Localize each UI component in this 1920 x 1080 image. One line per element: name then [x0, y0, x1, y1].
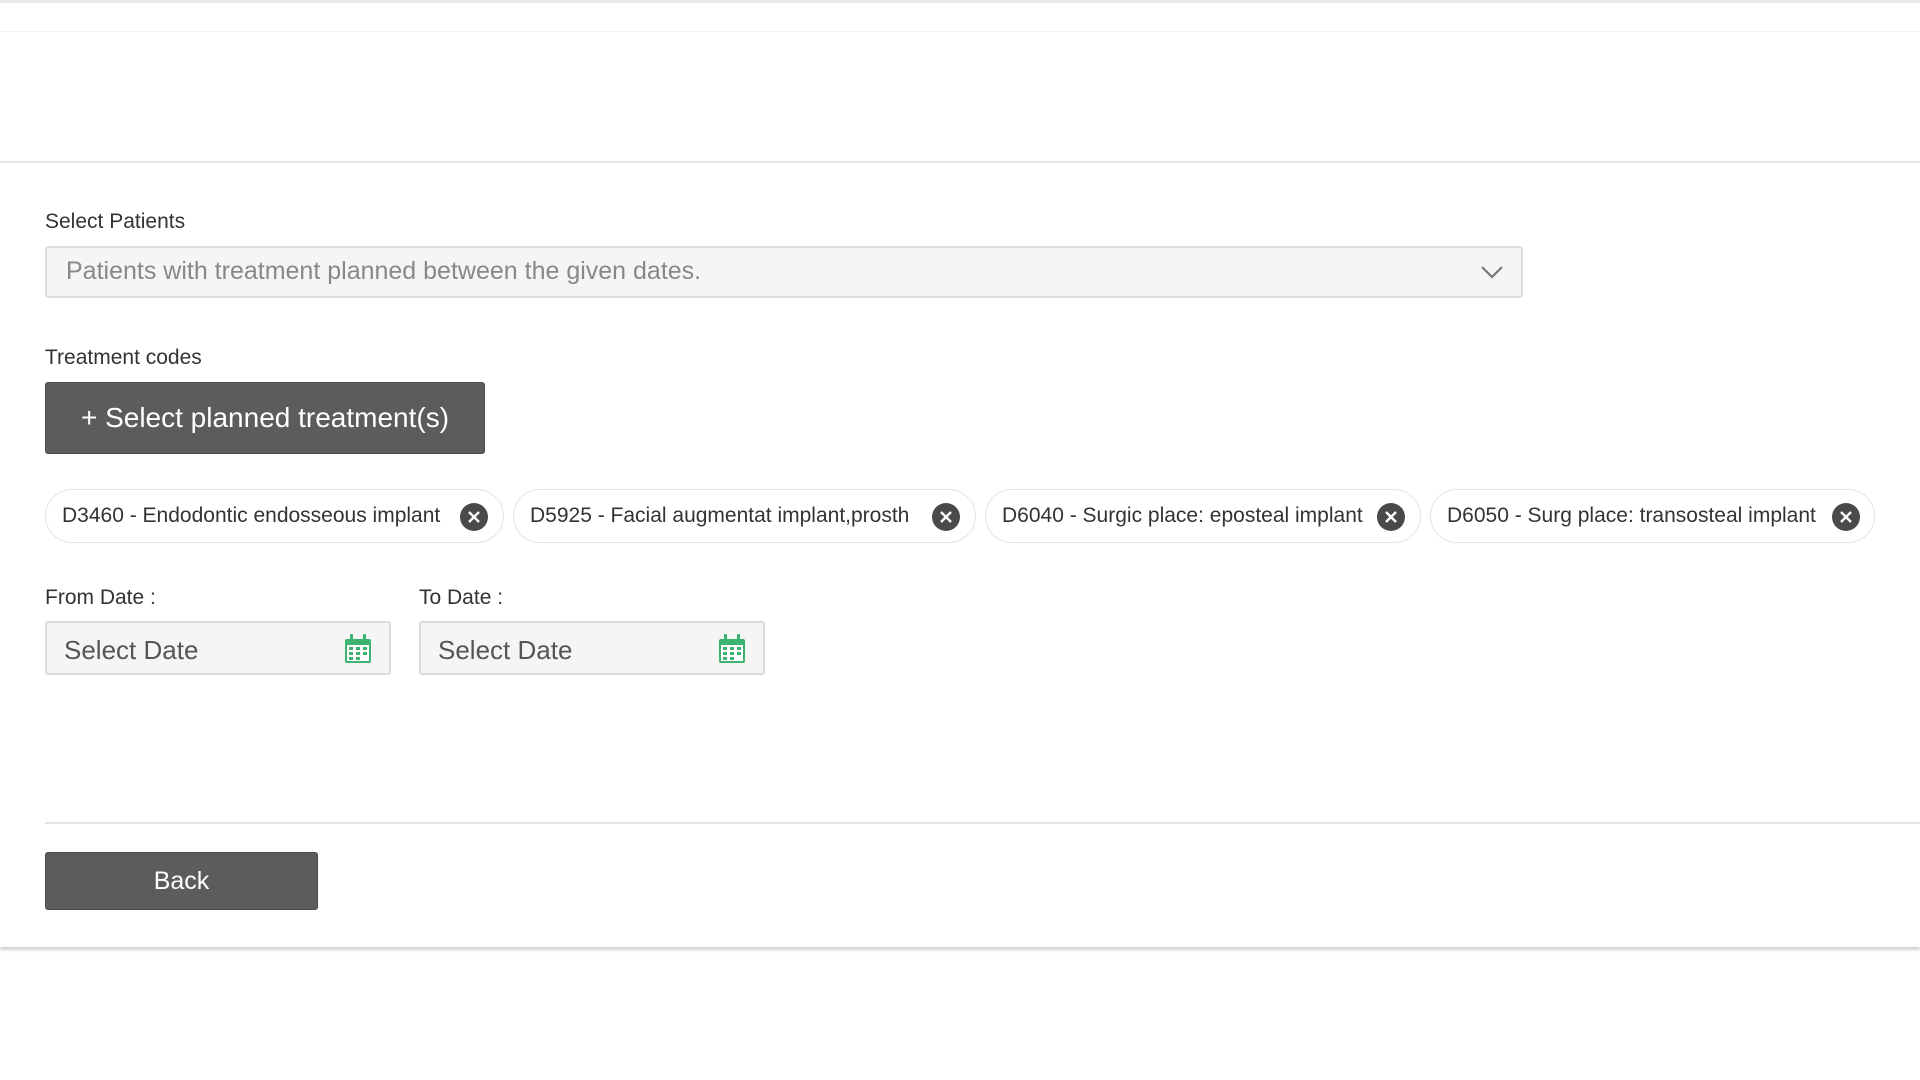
select-patients-dropdown[interactable]: Patients with treatment planned between … — [45, 246, 1523, 298]
top-bar — [0, 0, 1920, 3]
to-date-label: To Date : — [419, 586, 504, 609]
select-patients-label: Select Patients — [45, 210, 186, 233]
from-date-label: From Date : — [45, 586, 156, 609]
from-date-input[interactable]: Select Date — [45, 621, 391, 675]
select-planned-treatments-button[interactable]: + Select planned treatment(s) — [45, 382, 485, 454]
treatment-chip: D6050 - Surg place: transosteal implant — [1430, 489, 1875, 543]
treatment-codes-label: Treatment codes — [45, 346, 202, 369]
back-button[interactable]: Back — [45, 852, 318, 910]
treatment-chip-label: D5925 - Facial augmentat implant,prosth — [530, 504, 910, 527]
treatment-chip: D3460 - Endodontic endosseous implant — [45, 489, 504, 543]
top-divider — [0, 31, 1920, 32]
calendar-icon[interactable] — [717, 633, 747, 665]
treatment-chips: D3460 - Endodontic endosseous implant D5… — [45, 489, 1905, 545]
treatment-chip-label: D6040 - Surgic place: eposteal implant — [1002, 504, 1363, 527]
to-date-placeholder: Select Date — [438, 635, 573, 665]
filter-card: Select Patients Patients with treatment … — [0, 161, 1920, 947]
calendar-icon[interactable] — [343, 633, 373, 665]
remove-chip-icon[interactable] — [1376, 502, 1406, 532]
treatment-chip-label: D3460 - Endodontic endosseous implant — [62, 504, 441, 527]
treatment-chip-label: D6050 - Surg place: transosteal implant — [1447, 504, 1816, 527]
treatment-chip: D6040 - Surgic place: eposteal implant — [985, 489, 1421, 543]
footer-divider — [45, 822, 1920, 824]
select-patients-value: Patients with treatment planned between … — [66, 257, 702, 285]
treatment-chip: D5925 - Facial augmentat implant,prosth — [513, 489, 976, 543]
from-date-placeholder: Select Date — [64, 635, 199, 665]
to-date-input[interactable]: Select Date — [419, 621, 765, 675]
remove-chip-icon[interactable] — [931, 502, 961, 532]
remove-chip-icon[interactable] — [1831, 502, 1861, 532]
remove-chip-icon[interactable] — [459, 502, 489, 532]
chevron-down-icon — [1481, 266, 1503, 279]
